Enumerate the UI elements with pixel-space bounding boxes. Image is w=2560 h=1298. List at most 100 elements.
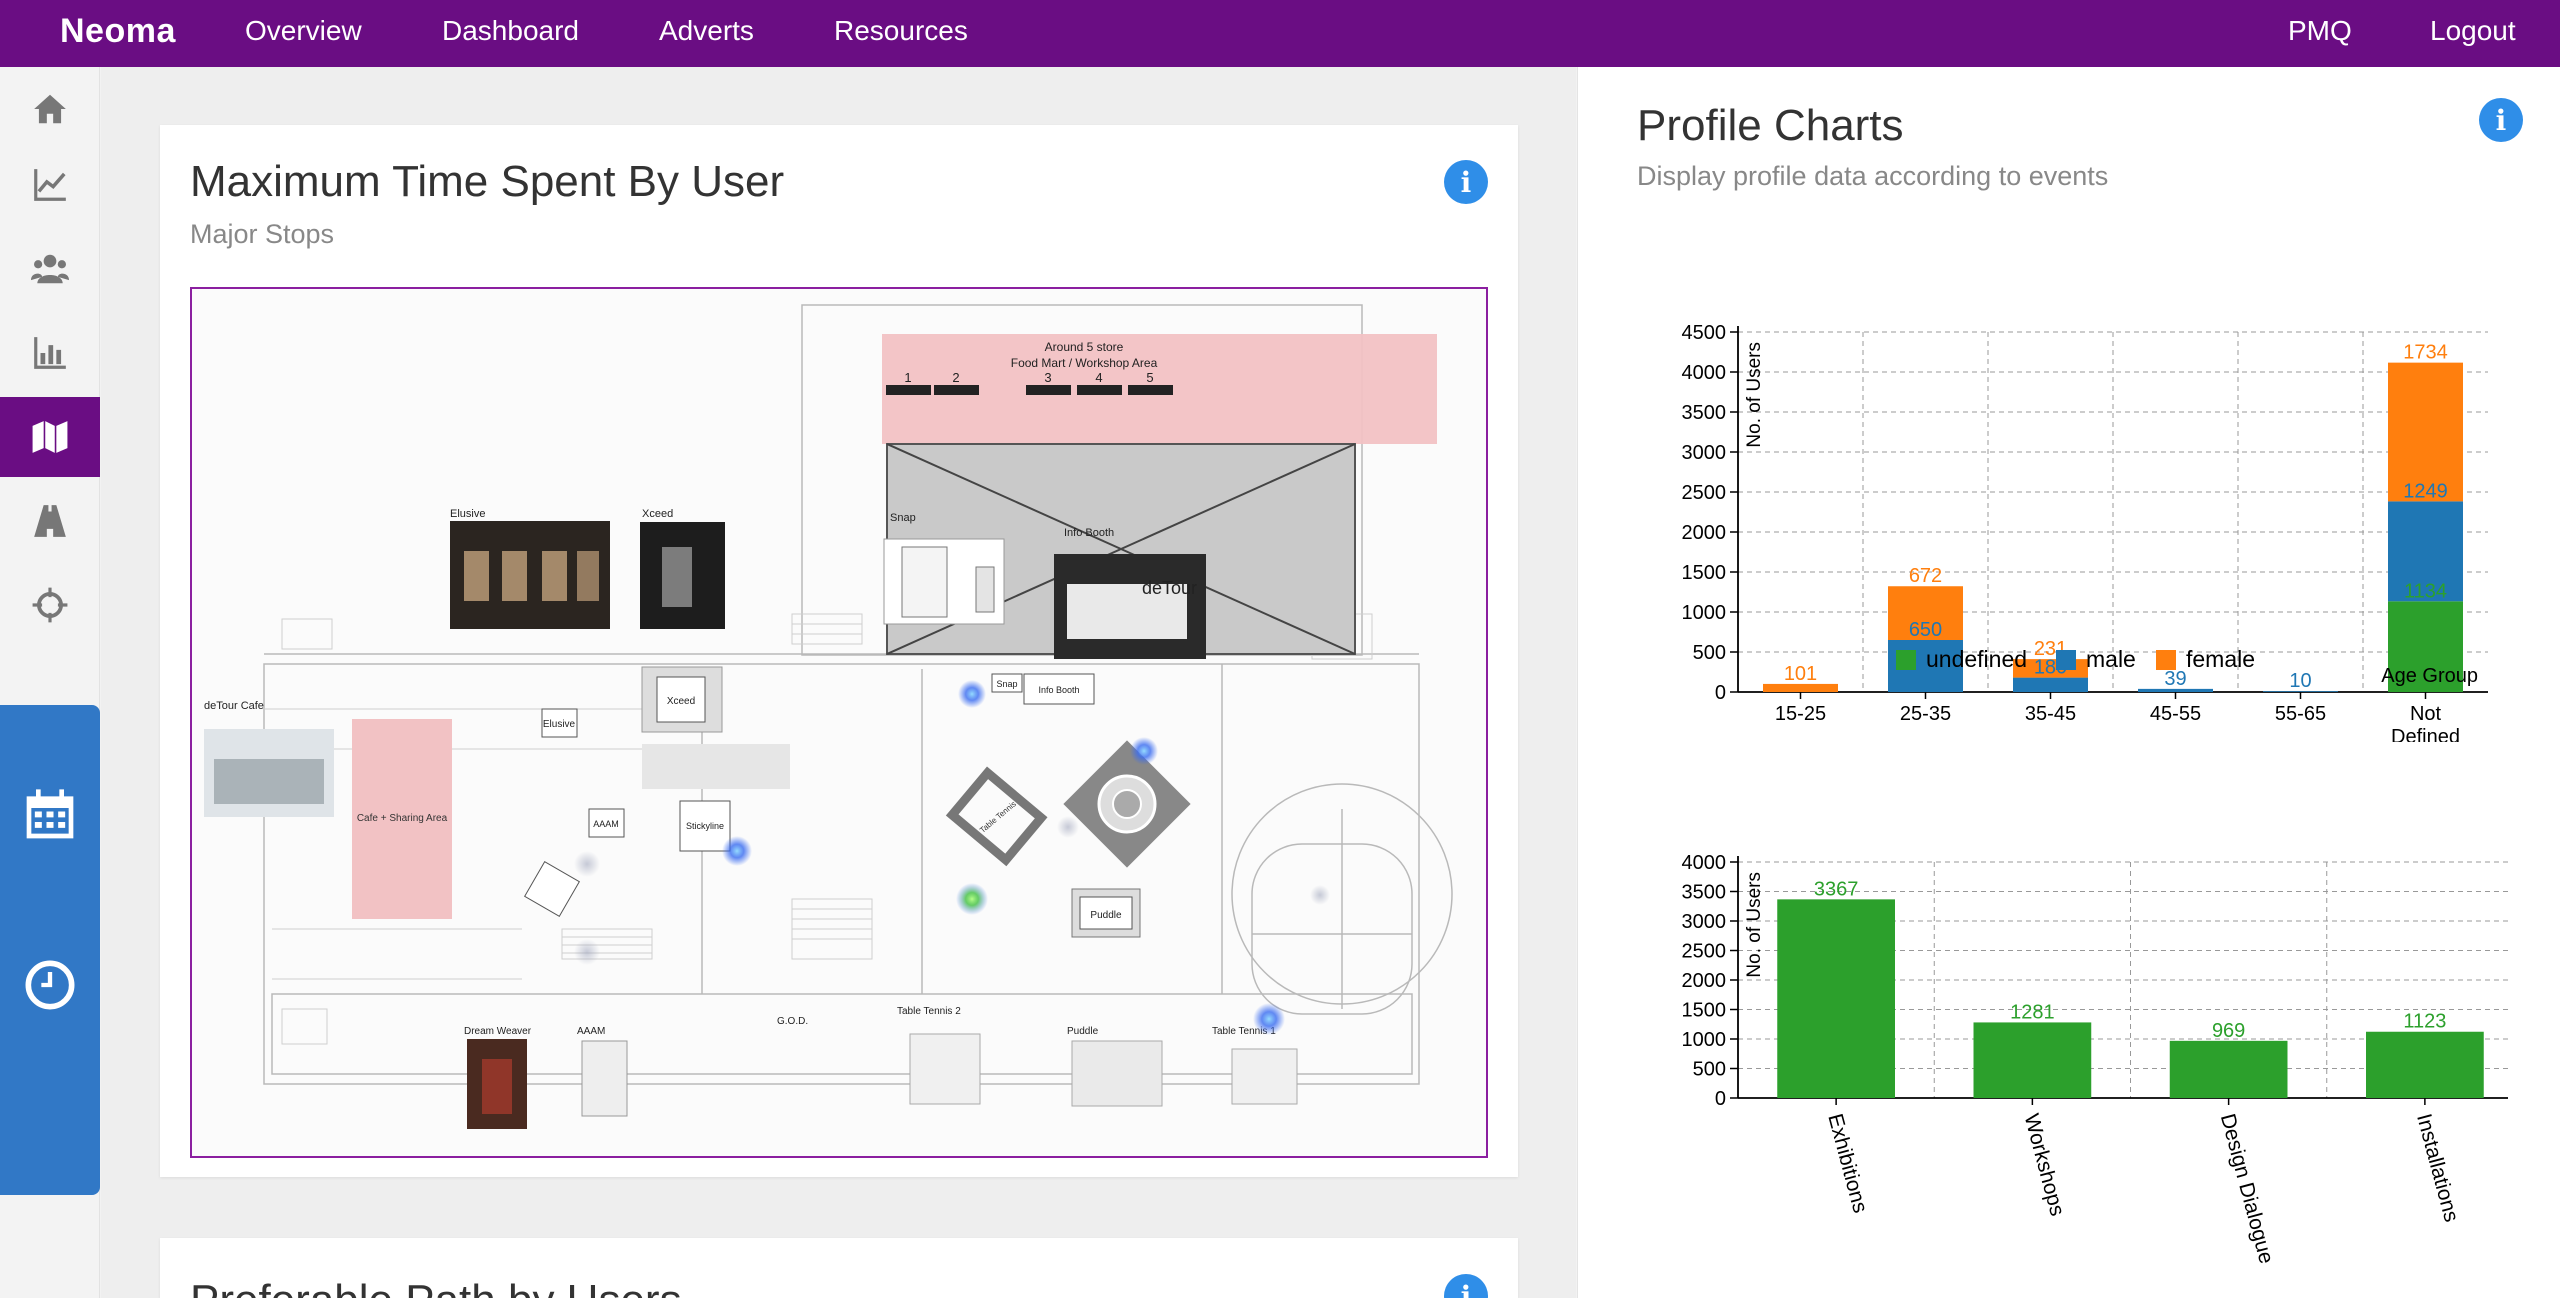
data-label: 1134	[2404, 580, 2447, 602]
info-icon[interactable]: i	[1444, 160, 1488, 204]
bar-category	[2169, 1040, 2288, 1098]
road-icon	[34, 505, 66, 537]
stall-4-label: 4	[1095, 370, 1102, 385]
category-chart: 0 500 1000 1500 2000 2500 3000 3500 4000 No. of U…	[1682, 852, 2508, 1266]
y-tick-label: 3000	[1682, 911, 1727, 933]
map-card-subtitle: Major Stops	[190, 219, 335, 249]
legend-swatch	[2056, 650, 2076, 670]
x-tick-label: Defined	[2391, 726, 2460, 742]
y-tick-label: 1000	[1682, 1029, 1727, 1051]
table-tennis-stop-label: Table Tennis	[978, 799, 1018, 834]
y-tick-label: 2500	[1682, 482, 1727, 504]
legend-label: male	[2086, 646, 2136, 672]
nav-dashboard[interactable]: Dashboard	[442, 15, 579, 47]
brand-logo[interactable]: Neoma	[60, 12, 176, 51]
sidebar-item-home[interactable]	[0, 69, 100, 149]
y-tick-label: 0	[1715, 1088, 1726, 1110]
y-tick-label: 500	[1693, 642, 1726, 664]
puddle-stop-label: Puddle	[1090, 910, 1122, 921]
legend-swatch	[2156, 650, 2176, 670]
x-tick-label: Design Dialogue	[2216, 1111, 2278, 1266]
x-tick-label: 25-35	[1900, 703, 1951, 725]
y-tick-label: 1500	[1682, 562, 1727, 584]
y-tick-label: 2000	[1682, 522, 1727, 544]
y-tick-label: 4000	[1682, 362, 1727, 384]
x-axis-label: Age Group	[2381, 665, 2478, 687]
y-tick-label: 1000	[1682, 602, 1727, 624]
floor-plan-map[interactable]: Around 5 store Food Mart / Workshop Area…	[190, 287, 1488, 1158]
sidebar-item-tracking[interactable]	[0, 565, 100, 645]
y-tick-label: 4000	[1682, 852, 1727, 874]
x-tick-label: 55-65	[2275, 703, 2326, 725]
profile-subtitle: Display profile data according to events	[1637, 161, 2109, 191]
sidebar-item-analytics[interactable]	[0, 145, 100, 225]
x-tick-label: Exhibitions	[1823, 1111, 1872, 1215]
y-tick-label: 2000	[1682, 970, 1727, 992]
bar-male	[2013, 677, 2088, 692]
users-icon	[31, 254, 69, 284]
sidebar-item-calendar[interactable]	[0, 765, 100, 865]
data-label: 1734	[2403, 342, 2448, 364]
data-label: 1281	[2010, 1001, 2055, 1023]
x-tick-label: Installations	[2412, 1111, 2463, 1224]
stall-2-label: 2	[952, 370, 959, 385]
data-label: 969	[2212, 1020, 2245, 1042]
y-tick-label: 4500	[1682, 322, 1727, 344]
info-icon[interactable]: i	[1444, 1274, 1488, 1298]
data-label: 672	[1909, 565, 1942, 587]
y-tick-label: 3500	[1682, 402, 1727, 424]
y-tick-label: 1500	[1682, 1000, 1727, 1022]
dream-weaver-label: Dream Weaver	[464, 1026, 532, 1037]
nav-resources[interactable]: Resources	[834, 15, 968, 47]
data-label: 650	[1909, 619, 1942, 641]
sidebar-time-panel	[0, 705, 100, 1195]
puddle-bottom-label: Puddle	[1067, 1026, 1099, 1037]
legend-label: female	[2186, 646, 2255, 672]
y-tick-label: 0	[1715, 682, 1726, 704]
stall-5-label: 5	[1146, 370, 1153, 385]
clock-icon	[25, 960, 75, 1010]
floor-plan-drawing: Around 5 store Food Mart / Workshop Area…	[204, 304, 1453, 1129]
home-icon	[34, 94, 66, 124]
y-axis-label: No. of Users	[1744, 342, 1765, 448]
sidebar-item-clock[interactable]	[0, 935, 100, 1035]
stall-1-label: 1	[904, 370, 911, 385]
sidebar-item-map[interactable]	[0, 397, 100, 477]
sidebar-item-path[interactable]	[0, 481, 100, 561]
info-booth-label: Info Booth	[1064, 527, 1114, 539]
xceed-stop-label: Xceed	[667, 696, 695, 707]
aaam-bottom-label: AAAM	[577, 1026, 605, 1037]
cafe-sharing-label: Cafe + Sharing Area	[357, 813, 448, 824]
calendar-icon	[26, 789, 74, 839]
nav-logout[interactable]: Logout	[2430, 15, 2516, 47]
bar-category	[2366, 1031, 2484, 1098]
data-label: 1123	[2403, 1011, 2446, 1033]
profile-title: Profile Charts	[1637, 101, 1904, 150]
stall-3-label: 3	[1044, 370, 1051, 385]
map-card-title: Maximum Time Spent By User	[190, 157, 785, 206]
detour-booth-logo: deTour	[1142, 578, 1197, 598]
data-label: 101	[1784, 663, 1817, 685]
elusive-photo-label: Elusive	[450, 508, 485, 520]
top-navbar: Neoma Overview Dashboard Adverts Resourc…	[0, 0, 2560, 67]
path-card: Preferable Path by Users i	[160, 1238, 1518, 1298]
y-tick-label: 3500	[1682, 882, 1727, 904]
info-booth-stop-label: Info Booth	[1038, 685, 1079, 695]
legend-label: undefined	[1926, 646, 2027, 672]
y-tick-label: 2500	[1682, 941, 1727, 963]
crosshairs-icon	[32, 587, 68, 623]
legend-swatch	[1896, 650, 1916, 670]
bar-category	[1973, 1022, 2092, 1098]
nav-adverts[interactable]: Adverts	[659, 15, 754, 47]
sidebar-item-users[interactable]	[0, 229, 100, 309]
data-label: 10	[2289, 670, 2311, 692]
nav-overview[interactable]: Overview	[245, 15, 362, 47]
xceed-photo-label: Xceed	[642, 508, 673, 520]
info-icon[interactable]: i	[2479, 98, 2523, 142]
snap-label: Snap	[890, 512, 916, 524]
data-label: 3367	[1814, 878, 1859, 900]
nav-pmq[interactable]: PMQ	[2288, 15, 2352, 47]
bar-female	[1763, 683, 1838, 692]
sidebar-item-reports[interactable]	[0, 313, 100, 393]
detour-cafe-label: deTour Cafe	[204, 700, 264, 712]
